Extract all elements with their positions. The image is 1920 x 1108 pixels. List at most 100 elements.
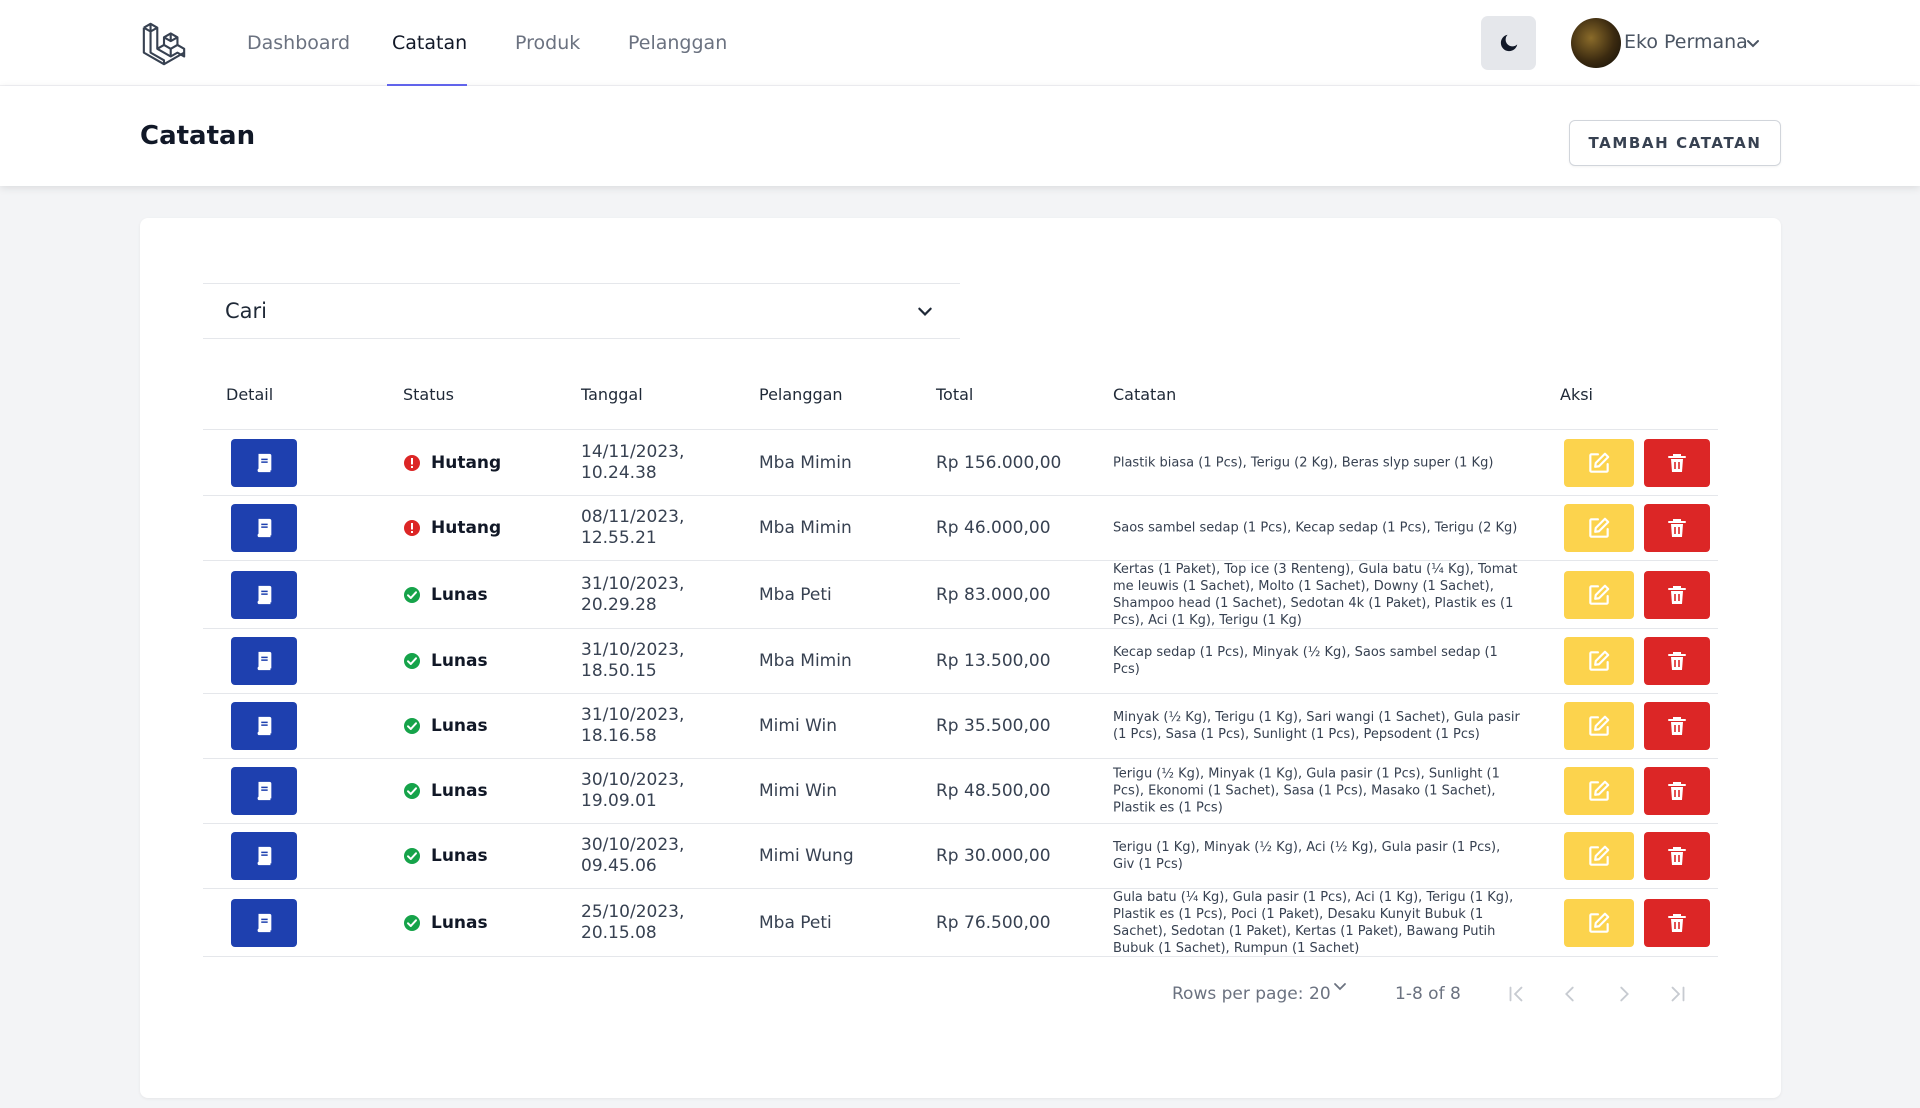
edit-button[interactable]	[1564, 570, 1634, 619]
edit-icon	[1589, 452, 1610, 473]
customer-cell: Mimi Win	[759, 781, 838, 801]
date-text: 25/10/2023,	[581, 901, 685, 922]
previous-page-button[interactable]	[1558, 982, 1582, 1006]
delete-button[interactable]	[1644, 504, 1710, 552]
date-cell: 08/11/2023, 12.55.21	[581, 507, 721, 549]
column-header-pelanggan: Pelanggan	[759, 385, 843, 404]
total-cell: Rp 35.500,00	[936, 716, 1051, 736]
book-icon	[257, 518, 272, 538]
book-icon	[257, 846, 272, 866]
date-text: 14/11/2023,	[581, 442, 685, 462]
time-text: 19.09.01	[581, 791, 657, 811]
detail-button[interactable]	[231, 637, 297, 685]
book-icon	[257, 453, 272, 473]
rows-per-page-select[interactable]: 20	[1309, 984, 1331, 1004]
customer-cell: Mba Peti	[759, 912, 832, 933]
detail-button[interactable]	[231, 570, 297, 619]
date-cell: 30/10/2023, 19.09.01	[581, 770, 721, 812]
nav-link-pelanggan[interactable]: Pelanggan	[628, 32, 727, 54]
search-dropdown[interactable]: Cari	[203, 283, 960, 339]
chevron-down-icon[interactable]	[1332, 980, 1348, 996]
edit-button[interactable]	[1564, 702, 1634, 750]
status-label: Lunas	[431, 651, 488, 671]
next-page-button[interactable]	[1612, 982, 1636, 1006]
detail-button[interactable]	[231, 702, 297, 750]
total-cell: Rp 13.500,00	[936, 651, 1051, 671]
column-header-status: Status	[403, 385, 454, 404]
note-cell: Kertas (1 Paket), Top ice (3 Renteng), G…	[1113, 561, 1518, 628]
column-header-detail: Detail	[226, 385, 274, 404]
status-badge: Hutang	[403, 453, 501, 473]
last-page-button[interactable]	[1666, 982, 1690, 1006]
alert-circle-icon	[403, 454, 421, 472]
first-page-button[interactable]	[1504, 982, 1528, 1006]
delete-button[interactable]	[1644, 832, 1710, 880]
column-header-catatan: Catatan	[1113, 385, 1177, 404]
total-cell: Rp 83.000,00	[936, 584, 1051, 605]
trash-icon	[1668, 519, 1686, 537]
avatar[interactable]	[1571, 18, 1621, 68]
status-label: Lunas	[431, 716, 488, 736]
status-label: Lunas	[431, 781, 488, 801]
edit-icon	[1589, 650, 1610, 671]
detail-button[interactable]	[231, 832, 297, 880]
status-label: Lunas	[431, 912, 488, 933]
add-note-button[interactable]: TAMBAH CATATAN	[1569, 120, 1781, 166]
nav-link-produk[interactable]: Produk	[515, 32, 580, 54]
check-circle-icon	[403, 782, 421, 800]
edit-button[interactable]	[1564, 439, 1634, 487]
total-cell: Rp 46.000,00	[936, 518, 1051, 538]
column-header-tanggal: Tanggal	[581, 385, 643, 404]
edit-button[interactable]	[1564, 504, 1634, 552]
detail-button[interactable]	[231, 767, 297, 815]
edit-button[interactable]	[1564, 637, 1634, 685]
book-icon	[257, 585, 272, 604]
status-label: Lunas	[431, 584, 488, 605]
check-circle-icon	[403, 847, 421, 865]
detail-button[interactable]	[231, 898, 297, 947]
check-circle-icon	[403, 914, 421, 932]
theme-toggle-button[interactable]	[1481, 16, 1536, 70]
edit-icon	[1589, 845, 1610, 866]
total-cell: Rp 30.000,00	[936, 846, 1051, 866]
delete-button[interactable]	[1644, 637, 1710, 685]
delete-button[interactable]	[1644, 702, 1710, 750]
book-icon	[257, 651, 272, 671]
last-page-icon	[1671, 986, 1685, 1002]
column-header-total: Total	[936, 385, 974, 404]
column-header-aksi: Aksi	[1560, 385, 1593, 404]
trash-icon	[1668, 913, 1686, 932]
status-label: Hutang	[431, 453, 502, 473]
time-text: 18.50.15	[581, 661, 657, 681]
note-cell: Gula batu (¼ Kg), Gula pasir (1 Pcs), Ac…	[1113, 889, 1514, 956]
edit-icon	[1589, 584, 1610, 605]
nav-link-dashboard[interactable]: Dashboard	[247, 32, 350, 54]
customer-cell: Mimi Wung	[759, 846, 854, 866]
detail-button[interactable]	[231, 504, 297, 552]
edit-button[interactable]	[1564, 767, 1634, 815]
total-cell: Rp 76.500,00	[936, 912, 1051, 933]
laravel-logo-icon[interactable]	[140, 20, 188, 68]
date-cell: 31/10/2023, 20.29.28	[581, 574, 721, 616]
edit-icon	[1589, 715, 1610, 736]
nav-link-catatan[interactable]: Catatan	[392, 32, 467, 54]
trash-icon	[1668, 585, 1686, 604]
trash-icon	[1668, 454, 1686, 472]
edit-button[interactable]	[1564, 832, 1634, 880]
edit-button[interactable]	[1564, 898, 1634, 947]
delete-button[interactable]	[1644, 898, 1710, 947]
customer-cell: Mimi Win	[759, 716, 838, 736]
chevron-down-icon	[918, 307, 932, 316]
delete-button[interactable]	[1644, 570, 1710, 619]
user-name[interactable]: Eko Permana	[1624, 31, 1748, 53]
table-row: Hutang 08/11/2023, 12.55.21 Mba Mimin Rp 46.…	[203, 496, 1718, 561]
book-icon	[257, 913, 272, 932]
chevron-down-icon[interactable]	[1745, 35, 1761, 51]
delete-button[interactable]	[1644, 767, 1710, 815]
trash-icon	[1668, 717, 1686, 735]
detail-button[interactable]	[231, 439, 297, 487]
customer-cell: Mba Mimin	[759, 651, 852, 671]
date-cell: 31/10/2023, 18.16.58	[581, 705, 721, 747]
table-row: Lunas 31/10/2023, 20.29.28 Mba Peti Rp 83.00…	[203, 561, 1718, 629]
delete-button[interactable]	[1644, 439, 1710, 487]
